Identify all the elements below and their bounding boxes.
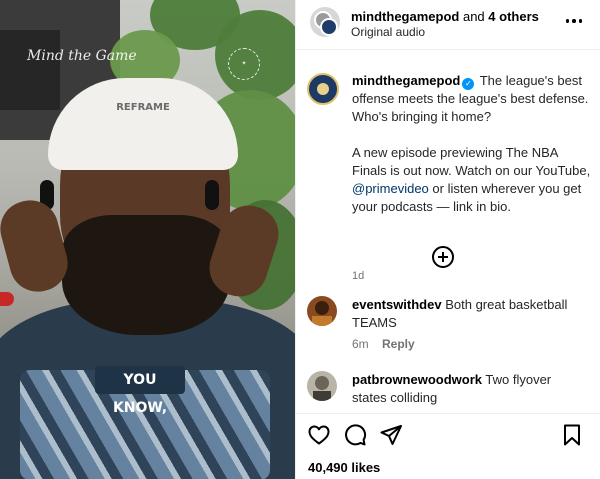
author-avatar-logo [317, 83, 329, 95]
comment-avatar[interactable] [307, 371, 337, 401]
verified-badge-icon: ✓ [462, 78, 475, 90]
comment-avatar[interactable] [307, 296, 337, 326]
comment-username[interactable]: eventswithdev [352, 297, 442, 312]
mention-link[interactable]: @primevideo [352, 181, 429, 196]
caption-text: mindthegamepod ✓ The league's best offens… [352, 72, 592, 216]
author-username[interactable]: mindthegamepod [352, 73, 460, 88]
like-count[interactable]: 40,490 likes [308, 460, 380, 475]
collab-avatar[interactable] [310, 7, 340, 37]
person-beard [62, 215, 230, 335]
background-panel [0, 30, 60, 110]
comment-text: eventswithdev Both great basketball TEAM… [352, 296, 587, 332]
audio-label[interactable]: Original audio [351, 25, 425, 39]
header-others[interactable]: 4 others [488, 9, 539, 24]
cap-logo-text: REFRAME [116, 102, 170, 113]
reply-button[interactable]: Reply [382, 337, 415, 351]
author-avatar[interactable] [307, 73, 339, 105]
comment-icon[interactable] [343, 423, 367, 447]
bookmark-icon[interactable] [560, 423, 584, 447]
post-timestamp[interactable]: 1d [352, 270, 364, 282]
podcast-watermark: Mind the Game [27, 48, 137, 64]
comment-text: patbrownewoodwork Two flyover states col… [352, 371, 587, 407]
video-player[interactable]: REFRAME Mind the Game ✦ YOU KNOW, [0, 0, 295, 479]
video-caption: YOU KNOW, [95, 366, 185, 416]
plus-circle-icon[interactable] [432, 246, 454, 268]
post-panel: mindthegamepod and 4 others Original aud… [295, 0, 600, 479]
more-options-icon[interactable] [562, 9, 586, 33]
action-bar: 40,490 likes [296, 413, 600, 479]
caption-line-2: A new episode previewing The NBA Finals … [352, 145, 591, 178]
collab-avatar-front [320, 18, 338, 36]
comment-username[interactable]: patbrownewoodwork [352, 372, 482, 387]
brand-badge-logo: ✦ [228, 48, 260, 80]
header-and: and [462, 9, 485, 24]
header-title: mindthegamepod and 4 others [351, 9, 539, 24]
post-header: mindthegamepod and 4 others Original aud… [296, 0, 600, 50]
header-username[interactable]: mindthegamepod [351, 9, 459, 24]
heart-icon[interactable] [307, 423, 331, 447]
background-red-mark [0, 292, 14, 306]
comment-time[interactable]: 6m [352, 337, 369, 351]
send-icon[interactable] [379, 423, 403, 447]
earbud-right [205, 180, 219, 210]
comment-meta: 6m Reply [352, 337, 415, 351]
